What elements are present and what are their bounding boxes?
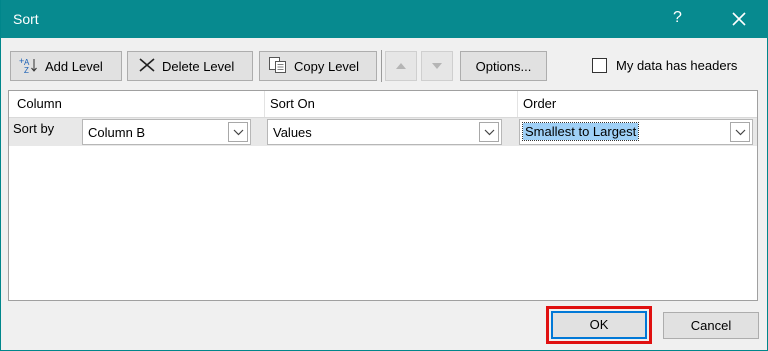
- svg-text:Z: Z: [24, 66, 29, 74]
- delete-level-icon: [138, 57, 156, 76]
- move-down-button[interactable]: [421, 51, 453, 81]
- chevron-down-icon: [233, 129, 244, 136]
- sort-levels-grid: Column Sort On Order Sort by Column B Va…: [8, 90, 758, 301]
- copy-level-icon: [268, 56, 288, 77]
- sort-on-select-value: Values: [273, 125, 312, 140]
- delete-level-button[interactable]: Delete Level: [127, 51, 253, 81]
- column-select-value: Column B: [88, 125, 146, 140]
- my-data-has-headers-checkbox[interactable]: [592, 58, 607, 73]
- order-dropdown-button[interactable]: [730, 122, 750, 142]
- triangle-down-icon: [432, 63, 442, 69]
- add-level-icon: + A Z: [19, 56, 39, 77]
- order-select[interactable]: Smallest to Largest: [519, 119, 753, 145]
- column-dropdown-button[interactable]: [228, 122, 248, 142]
- title-bar: Sort ?: [1, 0, 768, 38]
- column-header-sort-on: Sort On: [270, 96, 315, 111]
- sort-dialog: Sort ? + A Z Add Level Delete Level Copy…: [0, 0, 768, 351]
- help-button[interactable]: ?: [673, 9, 682, 27]
- chevron-down-icon: [484, 129, 495, 136]
- chevron-down-icon: [735, 129, 746, 136]
- column-header-order: Order: [523, 96, 557, 111]
- options-button[interactable]: Options...: [460, 51, 547, 81]
- copy-level-button[interactable]: Copy Level: [259, 51, 377, 81]
- delete-level-label: Delete Level: [162, 58, 235, 74]
- column-select[interactable]: Column B: [82, 119, 251, 145]
- my-data-has-headers-label: My data has headers: [616, 58, 738, 73]
- triangle-up-icon: [396, 63, 406, 69]
- order-select-value: Smallest to Largest: [521, 122, 640, 141]
- close-icon: [732, 12, 746, 26]
- sort-on-dropdown-button[interactable]: [479, 122, 499, 142]
- toolbar-separator: [381, 50, 382, 82]
- header-divider: [517, 91, 518, 117]
- dialog-title: Sort: [13, 11, 39, 27]
- column-header-column: Column: [17, 96, 62, 111]
- add-level-button[interactable]: + A Z Add Level: [10, 51, 122, 81]
- header-divider: [264, 91, 265, 117]
- options-label: Options...: [475, 58, 532, 74]
- move-up-button[interactable]: [385, 51, 417, 81]
- copy-level-label: Copy Level: [294, 58, 360, 74]
- add-level-label: Add Level: [45, 58, 103, 74]
- cancel-button[interactable]: Cancel: [663, 312, 759, 339]
- ok-button[interactable]: OK: [551, 311, 647, 339]
- sort-on-select[interactable]: Values: [267, 119, 502, 145]
- close-button[interactable]: [724, 4, 754, 34]
- sort-by-label: Sort by: [13, 121, 55, 136]
